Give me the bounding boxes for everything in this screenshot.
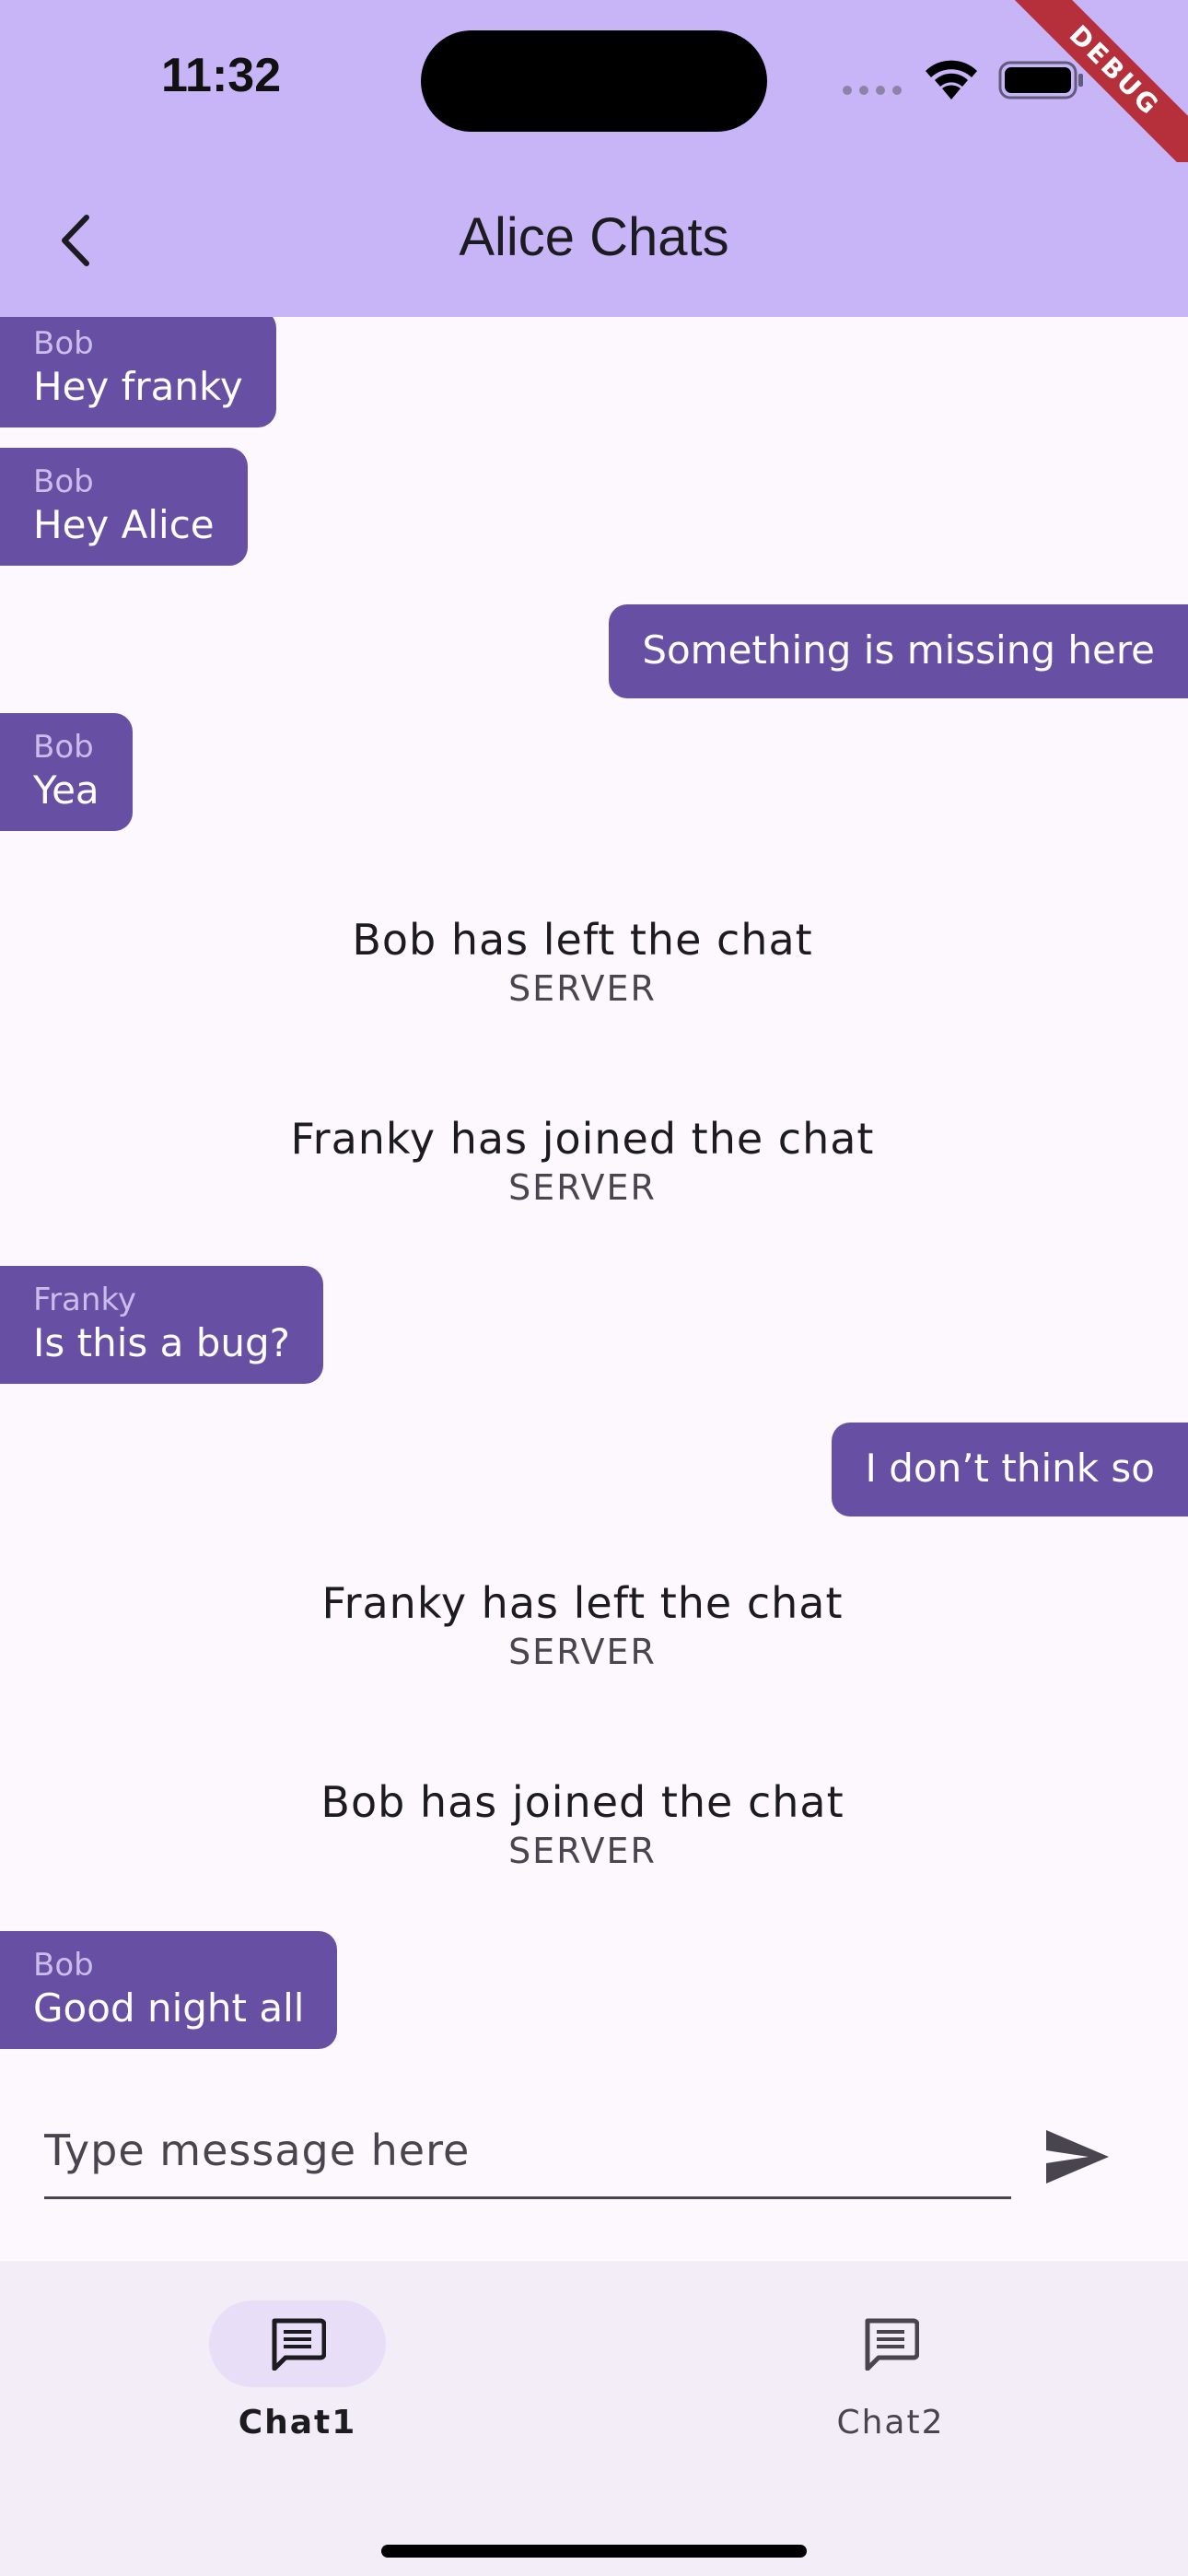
message-text: Yea	[33, 767, 99, 813]
message-bubble-incoming[interactable]: Bob Hey franky	[0, 317, 276, 427]
chat-icon	[272, 2318, 326, 2371]
wifi-icon	[926, 60, 977, 100]
server-message-text: Bob has joined the chat	[320, 1777, 844, 1827]
message-text: Is this a bug?	[33, 1320, 290, 1365]
message-bubble-incoming[interactable]: Bob Yea	[0, 713, 133, 831]
message-text: I don’t think so	[865, 1446, 1155, 1491]
nav-tab-label: Chat1	[238, 2404, 357, 2441]
message-bubble-outgoing[interactable]: Something is missing here	[609, 604, 1188, 698]
message-sender: Bob	[33, 729, 94, 766]
page-title: Alice Chats	[459, 207, 729, 267]
nav-active-indicator	[209, 2301, 386, 2387]
server-message-sender: SERVER	[508, 1831, 657, 1871]
message-bubble-incoming[interactable]: Bob Good night all	[0, 1931, 338, 2049]
message-text: Hey franky	[33, 364, 243, 409]
app-bar: Alice Chats	[0, 162, 1188, 317]
nav-tab-chat1[interactable]: Chat1	[150, 2301, 445, 2441]
debug-banner-label: DEBUG	[1013, 0, 1188, 175]
message-composer	[0, 2077, 1188, 2261]
message-input[interactable]	[44, 2104, 1011, 2199]
server-message-sender: SERVER	[508, 1632, 657, 1672]
message-sender: Bob	[33, 325, 94, 362]
dynamic-island	[421, 30, 767, 132]
server-message-text: Franky has joined the chat	[290, 1114, 875, 1164]
server-message-text: Bob has left the chat	[352, 915, 813, 965]
home-indicator	[381, 2545, 807, 2558]
server-message: Bob has joined the chat SERVER	[0, 1776, 1165, 1874]
server-message-text: Franky has left the chat	[321, 1578, 844, 1628]
status-time: 11:32	[161, 49, 282, 102]
server-message: Franky has left the chat SERVER	[0, 1577, 1165, 1675]
message-text: Hey Alice	[33, 502, 215, 547]
server-message: Bob has left the chat SERVER	[0, 914, 1165, 1012]
message-bubble-incoming[interactable]: Bob Hey Alice	[0, 448, 248, 566]
message-sender: Bob	[33, 463, 94, 500]
message-text: Something is missing here	[642, 627, 1155, 673]
server-message: Franky has joined the chat SERVER	[0, 1113, 1165, 1211]
cellular-signal-icon	[843, 86, 902, 95]
message-list[interactable]: Bob Hey franky Bob Hey Alice Something i…	[0, 317, 1188, 2077]
message-bubble-outgoing[interactable]: I don’t think so	[832, 1423, 1188, 1516]
server-message-sender: SERVER	[508, 968, 657, 1009]
server-message-sender: SERVER	[508, 1167, 657, 1208]
nav-tab-label: Chat2	[836, 2404, 945, 2441]
message-sender: Franky	[33, 1282, 137, 1318]
chat-icon	[865, 2318, 919, 2371]
message-bubble-incoming[interactable]: Franky Is this a bug?	[0, 1266, 323, 1384]
bottom-navigation: Chat1 Chat2	[0, 2261, 1188, 2576]
message-sender: Bob	[33, 1947, 94, 1984]
nav-tab-chat2[interactable]: Chat2	[743, 2301, 1038, 2441]
message-text: Good night all	[33, 1985, 305, 2031]
status-bar: 11:32 DEBUG	[0, 0, 1188, 175]
debug-banner: DEBUG	[1013, 0, 1188, 175]
send-button[interactable]	[1041, 2125, 1114, 2189]
